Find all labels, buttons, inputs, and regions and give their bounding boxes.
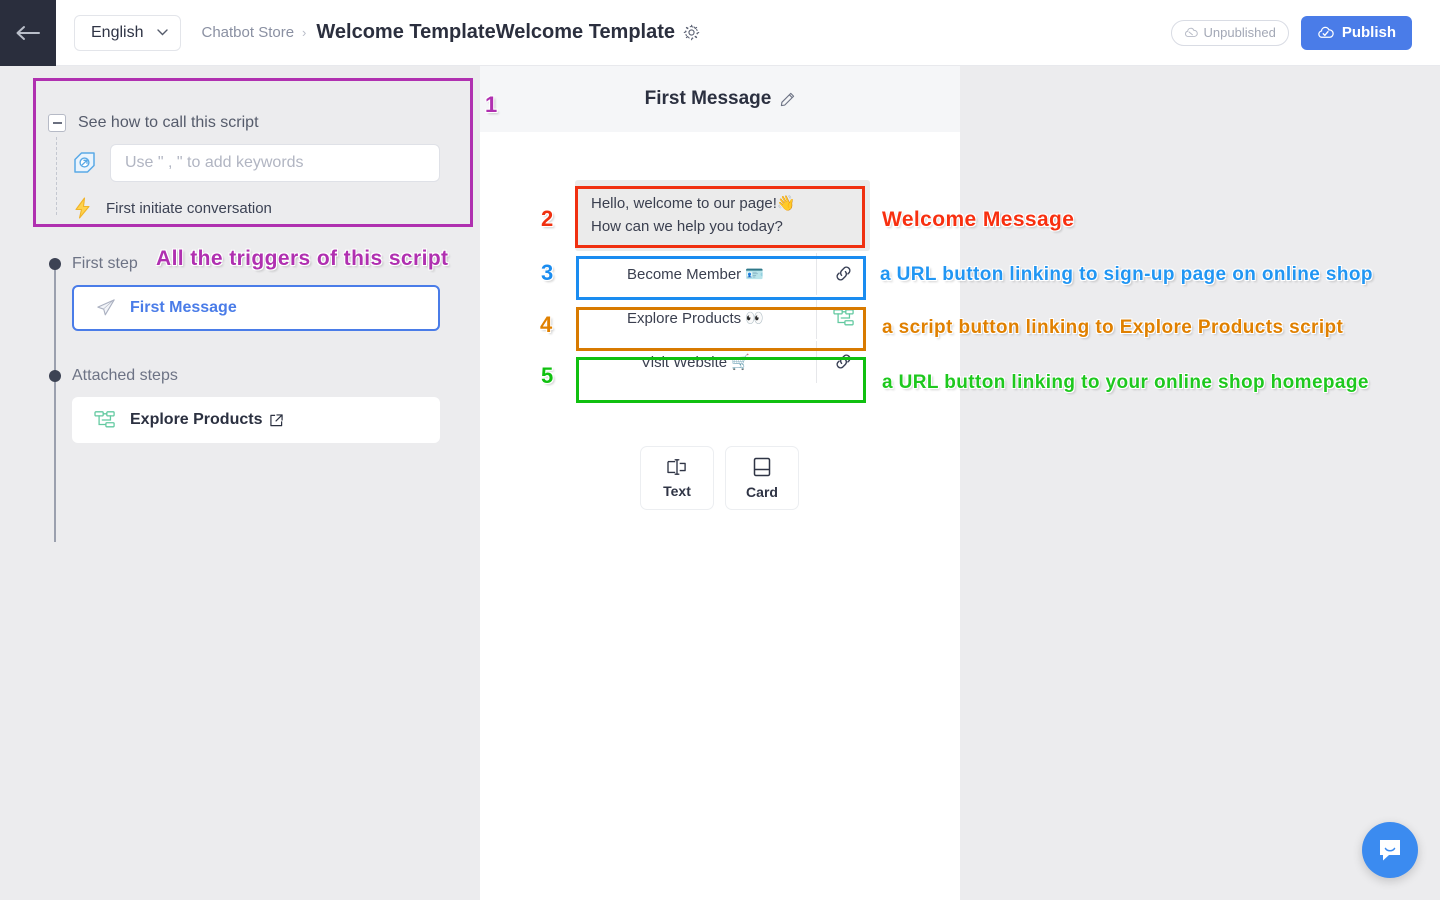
- step-card-first-message[interactable]: First Message: [72, 285, 440, 331]
- reply-button-label: Visit Website 🛒: [641, 353, 750, 371]
- chat-bubble-icon: [1380, 840, 1400, 861]
- back-button[interactable]: [0, 0, 56, 66]
- annotation-marker-3: 3: [541, 260, 554, 285]
- collapse-label: See how to call this script: [78, 114, 259, 131]
- canvas-header: First Message: [480, 66, 960, 132]
- add-tile-label: Card: [746, 483, 778, 500]
- reply-button-visit-website[interactable]: Visit Website 🛒: [575, 340, 870, 383]
- timeline-dot-first-step: [49, 258, 61, 270]
- topbar-actions: Unpublished Publish: [1170, 15, 1412, 50]
- annotation-marker-5: 5: [541, 363, 554, 388]
- add-tile-label: Text: [663, 482, 691, 499]
- link-icon: [816, 252, 870, 295]
- status-badge: Unpublished: [1170, 19, 1289, 46]
- flow-script-icon: [816, 296, 870, 339]
- keyword-trigger-row: [72, 144, 440, 182]
- reply-button-label: Become Member 🪪: [626, 265, 765, 283]
- annotation-marker-2: 2: [541, 206, 554, 231]
- add-text-block-button[interactable]: Text: [640, 446, 714, 510]
- annotation-note-triggers: All the triggers of this script: [156, 247, 449, 270]
- step-card-label: First Message: [130, 299, 237, 316]
- trigger-dashed-connector: [56, 137, 57, 215]
- timeline-dot-attached-steps: [49, 370, 61, 382]
- tag-icon: [74, 152, 95, 173]
- annotation-note-explore-products: a script button linking to Explore Produ…: [882, 317, 1344, 338]
- chevron-down-icon: [157, 29, 169, 36]
- language-select[interactable]: English: [74, 14, 182, 51]
- reply-button-explore-products[interactable]: Explore Products 👀: [575, 296, 870, 339]
- paper-plane-icon: [97, 299, 115, 316]
- keyword-input[interactable]: [110, 144, 440, 182]
- annotation-note-visit-website: a URL button linking to your online shop…: [882, 372, 1369, 393]
- first-step-label: First step: [72, 255, 138, 272]
- collapse-row: See how to call this script: [48, 114, 259, 132]
- gear-icon[interactable]: [683, 24, 700, 41]
- steps-timeline: [54, 262, 56, 542]
- collapse-toggle-button[interactable]: [48, 114, 66, 132]
- app-root: English Chatbot Store › Welcome Template…: [0, 0, 1440, 900]
- reply-button-label: Explore Products 👀: [626, 309, 765, 327]
- welcome-message-bubble[interactable]: Hello, welcome to our page!👋 How can we …: [575, 180, 870, 251]
- breadcrumb-parent[interactable]: Chatbot Store: [201, 24, 294, 41]
- script-sidebar: See how to call this script First initia…: [0, 66, 480, 900]
- cloud-upload-icon: [1318, 26, 1334, 38]
- breadcrumb-separator: ›: [302, 25, 307, 40]
- annotation-note-welcome-message: Welcome Message: [882, 208, 1075, 231]
- annotation-marker-4: 4: [540, 312, 553, 337]
- reply-button-become-member[interactable]: Become Member 🪪: [575, 252, 870, 295]
- language-label: English: [91, 23, 144, 41]
- card-icon: [753, 457, 771, 476]
- trigger-section: See how to call this script First initia…: [33, 78, 473, 227]
- welcome-message-line-2: How can we help you today?: [591, 218, 783, 236]
- step-card-label: Explore Products: [130, 411, 263, 428]
- page-title: Welcome TemplateWelcome Template: [316, 21, 676, 43]
- right-panel: [960, 66, 1440, 900]
- text-cursor-icon: [667, 458, 686, 475]
- pencil-icon[interactable]: [780, 92, 795, 107]
- trigger-item-label: First initiate conversation: [106, 199, 272, 217]
- attached-steps-label: Attached steps: [72, 367, 178, 384]
- flow-canvas: First Message Hello, welcome to our page…: [480, 66, 960, 900]
- welcome-message-line-1: Hello, welcome to our page!👋: [591, 195, 796, 212]
- flow-script-icon: [94, 411, 115, 428]
- status-badge-label: Unpublished: [1203, 25, 1276, 40]
- add-card-block-button[interactable]: Card: [725, 446, 799, 510]
- annotation-note-become-member: a URL button linking to sign-up page on …: [880, 264, 1373, 285]
- publish-button[interactable]: Publish: [1300, 15, 1412, 50]
- chat-launcher-button[interactable]: [1362, 822, 1418, 878]
- link-icon: [816, 340, 870, 383]
- external-link-icon[interactable]: [270, 413, 284, 427]
- canvas-title: First Message: [644, 88, 772, 109]
- annotation-marker-1: 1: [485, 92, 498, 117]
- step-card-explore-products[interactable]: Explore Products: [72, 397, 440, 443]
- lightning-bolt-icon: [75, 197, 90, 219]
- breadcrumb: Chatbot Store ›: [201, 24, 306, 41]
- trigger-item[interactable]: First initiate conversation: [72, 196, 272, 220]
- top-bar: English Chatbot Store › Welcome Template…: [0, 0, 1440, 66]
- publish-button-label: Publish: [1341, 24, 1396, 41]
- add-block-row: Text Card: [640, 446, 799, 510]
- message-node: Hello, welcome to our page!👋 How can we …: [575, 180, 870, 383]
- cloud-off-icon: [1184, 27, 1198, 37]
- back-arrow-icon: [16, 25, 40, 40]
